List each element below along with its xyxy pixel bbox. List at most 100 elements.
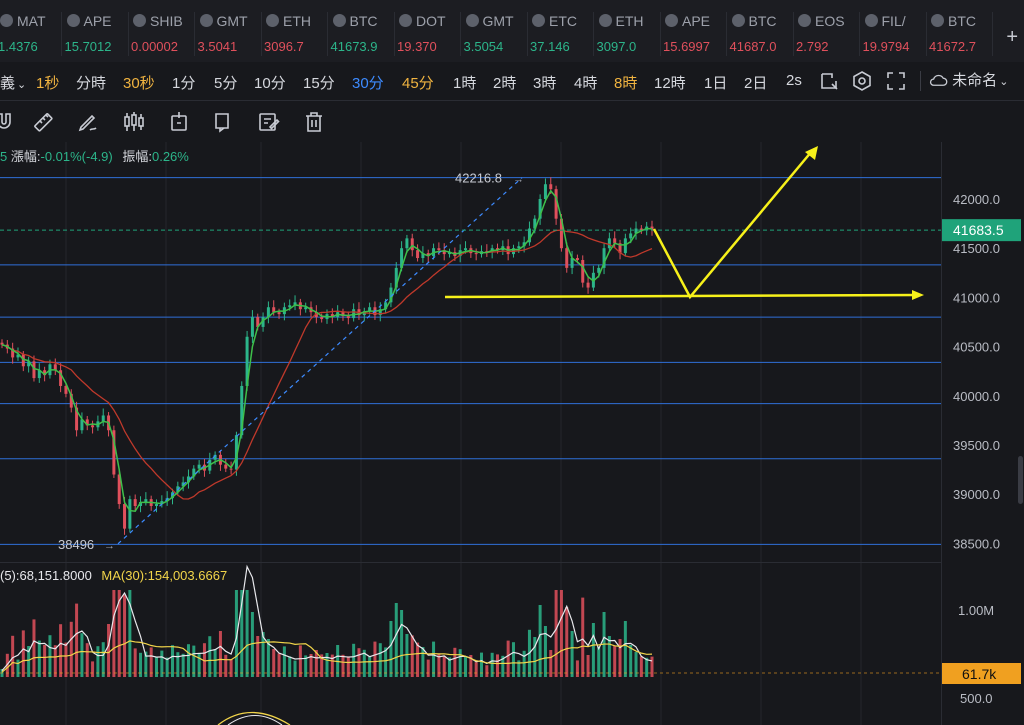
volume-bar [554,590,558,677]
volume-bar [394,603,398,677]
timeframe-tab[interactable]: 30秒 [123,72,155,93]
divider [920,71,921,91]
ticker-item[interactable]: APE 15.7012 [63,12,129,56]
copy-icon[interactable] [212,110,236,134]
ticker-item[interactable]: BTC 41673.9 [329,12,395,56]
timeframe-tab[interactable]: 4時 [574,72,597,93]
amplitude-value: 0.26% [151,149,189,164]
timeframe-tab[interactable]: 2s [786,72,802,89]
timeframe-tab[interactable]: 分時 [76,72,106,93]
volume-bar [165,657,169,677]
ticker-item[interactable]: EOS 2.792 [794,12,860,56]
volume-bar [16,659,20,677]
volume-bar [373,641,377,677]
volume-bar [623,621,627,677]
volume-bar [181,653,185,677]
ruler-icon[interactable] [31,110,55,134]
support-line [444,293,919,299]
layout-selector[interactable]: 未命名 ⌄ [920,62,1008,100]
timeframe-tab[interactable]: 10分 [254,72,286,93]
ticker-item[interactable]: ETC 37.146 [528,12,594,56]
note-icon[interactable] [257,110,281,134]
crop-icon[interactable] [167,110,191,134]
candle-body [629,233,633,239]
coin-icon [133,14,146,28]
volume-bar [426,659,430,677]
ticker-item[interactable]: BTC 41672.7 [927,12,993,56]
candle-body [128,499,132,529]
candle-body [123,504,127,529]
add-ticker-icon[interactable]: + [1006,26,1018,49]
ticker-item[interactable]: GMT 3.5041 [196,12,262,56]
volume-bar [186,644,190,677]
candles-icon[interactable] [122,110,146,134]
ticker-item[interactable]: GMT 3.5054 [462,12,528,56]
timeframe-tab[interactable]: 2時 [493,72,516,93]
coin-icon [0,14,13,28]
timeframe-tab[interactable]: 45分 [402,72,434,93]
volume-bar [224,654,228,677]
candle-body [346,316,350,319]
ticker-item[interactable]: APE 15.6997 [661,12,727,56]
candle-body [144,499,148,503]
candle-body [623,238,627,254]
volume-bar [565,607,569,677]
volume-current-label: 61.7k [962,666,997,682]
crosshair-draw-icon[interactable] [818,70,840,92]
ticker-item[interactable]: ETH 3097.0 [595,12,661,56]
volume-bar [245,590,249,677]
tf-selected-1s[interactable]: 1秒 [36,72,59,93]
ticker-item[interactable]: FIL/19.9794 [861,12,927,56]
magnet-icon[interactable] [0,110,16,134]
timeframe-tab[interactable]: 12時 [654,72,686,93]
volume-bar [32,619,36,677]
ticker-symbol: EOS [815,12,845,29]
ticker-item[interactable]: BTC 41687.0 [728,12,794,56]
timeframe-tab[interactable]: 8時 [614,72,637,93]
scrollbar[interactable] [1018,456,1023,504]
fullscreen-icon[interactable] [885,70,907,92]
ticker-item[interactable]: MAT 1.4376 [0,12,62,56]
candle-body [91,425,95,428]
pen-icon[interactable] [76,110,100,134]
ticker-item[interactable]: ETH 3096.7 [262,12,328,56]
volume-bar [645,657,649,677]
trash-icon[interactable] [302,110,326,134]
volume-bar [53,645,57,677]
ticker-price: 3.5041 [197,39,238,54]
volume-bar [11,635,15,677]
chart-type-label: 義 [0,75,16,92]
ticker-price: 0.00002 [131,39,178,54]
ticker-price: 15.6997 [663,39,710,54]
candle-body [288,305,292,308]
ticker-item[interactable]: SHIB 0.00002 [129,12,195,56]
volume-bar [96,646,100,677]
coin-icon [931,14,944,28]
timeframe-tab[interactable]: 1時 [453,72,476,93]
volume-bar [293,660,297,677]
volume-bar [288,656,292,677]
volume-bar [458,649,462,677]
ohlc-legend: 5 漲幅:-0.01%(-4.9) 振幅:0.26% [0,146,189,165]
ticker-symbol: MAT [17,12,46,29]
timeframe-tab[interactable]: 1分 [172,72,195,93]
candle-body [155,504,159,507]
volume-bar [416,642,420,677]
ticker-symbol: BTC [948,12,976,29]
volume-bar [101,642,105,677]
timeframe-tab[interactable]: 30分 [352,72,384,93]
ticker-symbol: ETH [615,12,644,29]
price-axis-label: 39500.0 [953,438,1000,453]
ticker-strip: MAT 1.4376 APE 15.7012 SHIB 0.00002 GMT 3.5041 E… [0,0,1024,63]
price-chart[interactable]: 42000.0 41500.0 41000.0 40500.0 40000.0 39500… [0,142,1024,725]
timeframe-tab[interactable]: 1日 [704,72,727,93]
timeframe-tab[interactable]: 5分 [214,72,237,93]
timeframe-tab[interactable]: 15分 [303,72,335,93]
timeframe-tab[interactable]: 3時 [533,72,556,93]
chart-type-dropdown[interactable]: 義 ⌄ [0,72,26,93]
timeframe-tab[interactable]: 2日 [744,72,767,93]
candle-body [549,184,553,190]
gear-icon[interactable] [851,70,873,92]
candle-body [437,248,441,251]
ticker-item[interactable]: DOT 19.370 [395,12,461,56]
